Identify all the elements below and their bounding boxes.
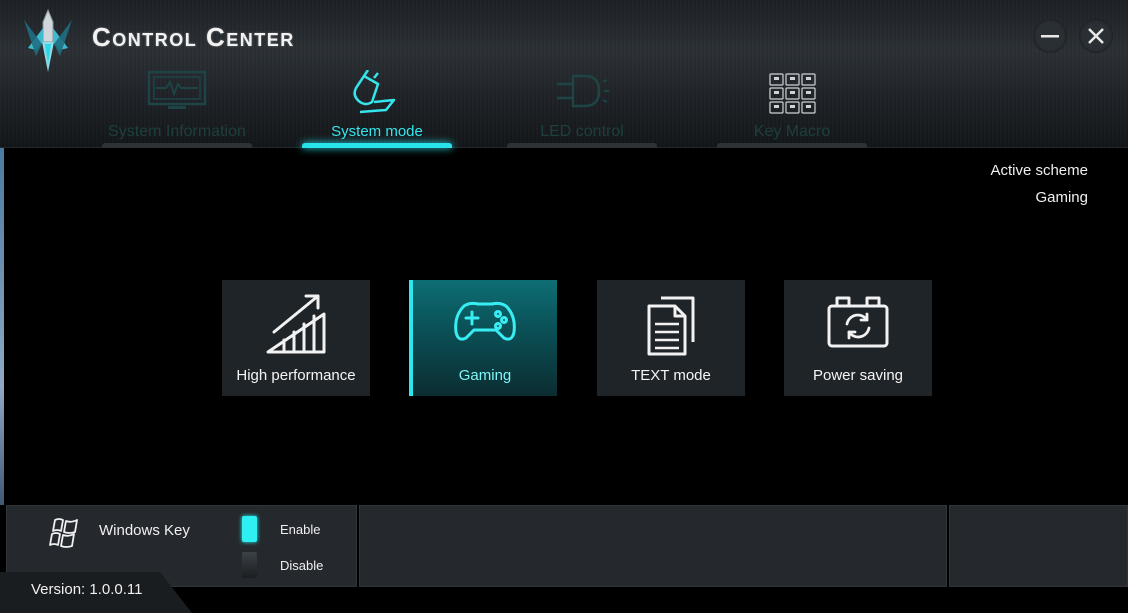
version-text: Version: 1.0.0.11 <box>31 581 143 598</box>
tab-system-information[interactable]: System Information <box>92 68 262 148</box>
windows-key-disable-option[interactable]: Disable <box>242 552 323 578</box>
mode-label: High performance <box>236 367 356 384</box>
tab-indicator <box>507 143 657 148</box>
disable-radio[interactable] <box>242 552 257 578</box>
tab-indicator <box>717 143 867 148</box>
led-bulb-icon <box>557 74 609 108</box>
disable-label: Disable <box>280 557 324 573</box>
monitor-pulse-icon <box>147 70 207 109</box>
mode-label: Gaming <box>458 367 512 384</box>
windows-logo-icon <box>49 518 78 548</box>
desktop-edge <box>0 148 4 505</box>
keypad-icon <box>769 73 816 114</box>
tab-indicator-active <box>302 143 452 148</box>
bottom-middle-panel <box>359 505 947 587</box>
enable-label: Enable <box>280 521 321 537</box>
minimize-icon <box>1041 35 1059 38</box>
bottom-bar: Windows Key Enable Disable Version: 1.0.… <box>0 505 1128 613</box>
gamepad-icon <box>454 301 516 341</box>
mode-gaming[interactable]: Gaming <box>409 280 557 396</box>
rocket-logo-icon <box>24 8 72 72</box>
tab-indicator <box>102 143 252 148</box>
battery-recycle-icon <box>827 296 889 348</box>
tab-label: System Information <box>108 123 246 140</box>
windows-key-label: Windows Key <box>99 522 190 539</box>
mode-label: TEXT mode <box>631 367 711 384</box>
minimize-button[interactable] <box>1033 19 1067 53</box>
tab-key-macro[interactable]: Key Macro <box>707 68 877 148</box>
close-icon <box>1088 28 1104 44</box>
mode-high-performance[interactable]: High performance <box>222 280 370 396</box>
enable-radio[interactable] <box>242 516 257 542</box>
document-icon <box>647 296 695 356</box>
control-center-window: Control Center System Information System… <box>0 0 1128 613</box>
active-scheme-value: Gaming <box>1035 189 1088 206</box>
tab-system-mode[interactable]: System mode <box>292 68 462 148</box>
active-scheme: Active scheme Gaming <box>990 162 1088 216</box>
active-scheme-label: Active scheme <box>990 162 1088 179</box>
performance-chart-icon <box>266 294 326 354</box>
tab-label: System mode <box>331 123 423 140</box>
mode-label: Power saving <box>812 367 904 384</box>
header: Control Center System Information System… <box>0 0 1128 148</box>
mode-text[interactable]: TEXT mode <box>597 280 745 396</box>
tab-led-control[interactable]: LED control <box>497 68 667 148</box>
system-mode-icon <box>353 70 396 114</box>
mode-power-saving[interactable]: Power saving <box>784 280 932 396</box>
app-title: Control Center <box>92 22 295 52</box>
windows-key-enable-option[interactable]: Enable <box>242 516 320 542</box>
tab-label: LED control <box>540 123 624 140</box>
close-button[interactable] <box>1079 19 1113 53</box>
tab-label: Key Macro <box>753 123 831 140</box>
bottom-right-panel <box>949 505 1128 587</box>
